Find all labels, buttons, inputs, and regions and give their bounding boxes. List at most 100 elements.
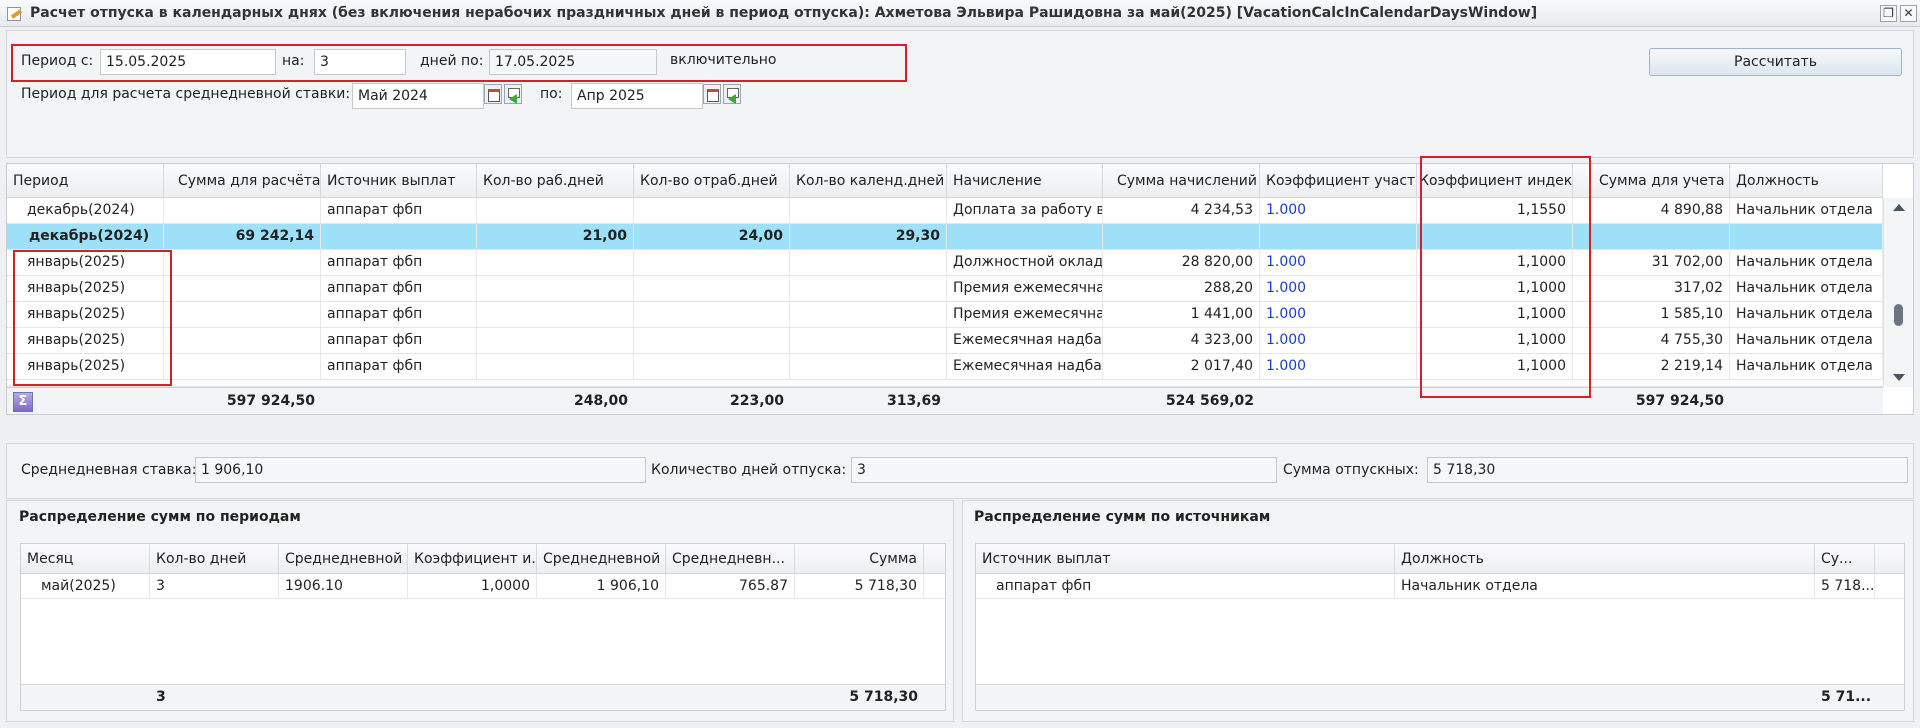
table-row[interactable]: январь(2025) аппарат фбп Премия ежемесячна…: [7, 302, 1883, 328]
restore-window-icon[interactable]: ❐: [1880, 5, 1897, 22]
scroll-down-icon[interactable]: [1893, 374, 1905, 381]
cell-work-days: [477, 276, 634, 301]
cell-sum-account: 4 890,88: [1573, 198, 1730, 223]
cell-source: аппарат фбп: [321, 328, 477, 353]
window-title: Расчет отпуска в календарных днях (без в…: [30, 5, 1538, 21]
cell-sum-account: 2 219,14: [1573, 354, 1730, 379]
avg-rate-label: Среднедневная ставка:: [21, 462, 197, 478]
total-accrual-sum: 524 569,02: [1165, 393, 1254, 409]
col-sum[interactable]: Сумма: [795, 544, 924, 574]
calculate-button[interactable]: Рассчитать: [1649, 48, 1902, 76]
table-row[interactable]: январь(2025) аппарат фбп Должностной оклад…: [7, 250, 1883, 276]
col-work-days[interactable]: Кол-во раб.дней: [477, 164, 634, 198]
vacation-sum-label: Сумма отпускных:: [1283, 462, 1419, 478]
highlight-period-box: [11, 44, 907, 82]
vacation-days-label: Количество дней отпуска:: [651, 462, 847, 478]
table-row[interactable]: январь(2025) аппарат фбп Ежемесячная надба…: [7, 354, 1883, 380]
table-row[interactable]: май(2025) 3 1906.10 1,0000 1 906,10 765.…: [21, 574, 945, 599]
col-days[interactable]: Кол-во дней: [150, 544, 279, 574]
summary-panel: Среднедневная ставка: Количество дней от…: [6, 443, 1914, 499]
cell-period: декабрь(2024): [7, 224, 164, 249]
total-work-days: 248,00: [573, 393, 628, 409]
cell-accrual: Должностной оклад: [947, 250, 1103, 275]
window-titlebar: Расчет отпуска в календарных днях (без в…: [0, 0, 1920, 27]
avg-period-from-field[interactable]: [352, 83, 484, 109]
grid-totals-row: Σ 597 924,50 248,00 223,00 313,69 524 56…: [7, 387, 1883, 414]
cell-sum-account: 317,02: [1573, 276, 1730, 301]
cell-cal-days: [790, 354, 947, 379]
cell-accrual-sum: 4 323,00: [1103, 328, 1260, 353]
cell-work-days: [477, 198, 634, 223]
col-avg-daily-2[interactable]: Среднедневной ...: [537, 544, 666, 574]
cell-position: Начальник отдела: [1730, 328, 1883, 353]
avg-period-to-label: по:: [540, 86, 563, 102]
col-worked-days[interactable]: Кол-во отраб.дней: [634, 164, 790, 198]
avg-period-to-field[interactable]: [571, 83, 703, 109]
calendar-icon[interactable]: [703, 84, 721, 104]
cell-sum-calc: [164, 328, 321, 353]
close-icon[interactable]: ✕: [1900, 5, 1917, 22]
cell-cal-days: 29,30: [790, 224, 947, 249]
cell-days: 3: [150, 574, 279, 599]
accruals-grid: Период Сумма для расчёта Источник выплат…: [6, 163, 1914, 415]
table-row[interactable]: аппарат фбп Начальник отдела 5 718...: [976, 574, 1904, 599]
col-sum-calc[interactable]: Сумма для расчёта: [164, 164, 321, 198]
cell-accrual: Ежемесячная надба...: [947, 354, 1103, 379]
vacation-sum-field[interactable]: [1427, 457, 1908, 483]
by-period-grid: Месяц Кол-во дней Среднедневной ... Коэф…: [20, 543, 946, 711]
table-row[interactable]: январь(2025) аппарат фбп Премия ежемесячна…: [7, 276, 1883, 302]
cell-sum-calc: [164, 250, 321, 275]
scroll-up-icon[interactable]: [1893, 204, 1905, 211]
col-month[interactable]: Месяц: [21, 544, 150, 574]
cell-position: Начальник отдела: [1730, 276, 1883, 301]
cell-worked-days: [634, 354, 790, 379]
vacation-days-field[interactable]: [851, 457, 1277, 483]
cell-accrual-sum: 4 234,53: [1103, 198, 1260, 223]
col-sum-account[interactable]: Сумма для учета: [1573, 164, 1730, 198]
cell-work-days: [477, 302, 634, 327]
cell-sum-calc: [164, 198, 321, 223]
col-position[interactable]: Должность: [1395, 544, 1815, 574]
by-source-panel: Распределение сумм по источникам Источни…: [962, 500, 1914, 722]
cell-source: [321, 224, 477, 249]
cell-avg-daily-1: 1906.10: [279, 574, 408, 599]
col-avg-daily-1[interactable]: Среднедневной ...: [279, 544, 408, 574]
cell-participation-coef: 1.000: [1260, 276, 1417, 301]
col-sum[interactable]: Су...: [1815, 544, 1875, 574]
table-row[interactable]: декабрь(2024) 69 242,14 21,00 24,00 29,30: [7, 224, 1883, 250]
scroll-thumb[interactable]: [1894, 304, 1903, 326]
col-participation-coef[interactable]: Коэффициент участия: [1260, 164, 1417, 198]
cell-position: Начальник отдела: [1395, 574, 1815, 599]
col-source[interactable]: Источник выплат: [321, 164, 477, 198]
col-cal-days[interactable]: Кол-во календ.дней: [790, 164, 947, 198]
cell-sum-account: 4 755,30: [1573, 328, 1730, 353]
table-row[interactable]: декабрь(2024) аппарат фбп Доплата за работ…: [7, 198, 1883, 224]
cell-accrual-sum: 1 441,00: [1103, 302, 1260, 327]
avg-rate-field[interactable]: [195, 457, 646, 483]
col-accrual-sum[interactable]: Сумма начислений: [1103, 164, 1260, 198]
col-accrual[interactable]: Начисление: [947, 164, 1103, 198]
table-row-partial: [7, 380, 1883, 387]
grid-scrollbar[interactable]: [1883, 198, 1913, 387]
table-row[interactable]: январь(2025) аппарат фбп Ежемесячная надба…: [7, 328, 1883, 354]
cell-participation-coef: [1260, 224, 1417, 249]
col-source[interactable]: Источник выплат: [976, 544, 1395, 574]
total-sum: 5 718,30: [849, 689, 918, 705]
col-period[interactable]: Период: [7, 164, 164, 198]
sum-icon[interactable]: Σ: [13, 392, 33, 412]
clear-date-icon[interactable]: [723, 84, 741, 104]
cell-sum: 5 718...: [1815, 574, 1875, 599]
highlight-index-coef-box: [1420, 156, 1591, 398]
total-cal-days: 313,69: [886, 393, 941, 409]
cell-worked-days: 24,00: [634, 224, 790, 249]
calendar-icon[interactable]: [484, 84, 502, 104]
cell-sum-calc: [164, 354, 321, 379]
col-coef[interactable]: Коэффициент и...: [408, 544, 537, 574]
cell-cal-days: [790, 302, 947, 327]
by-source-totals: 5 71...: [976, 684, 1904, 710]
col-avg-daily-3[interactable]: Среднедневн...: [666, 544, 795, 574]
clear-date-icon[interactable]: [504, 84, 522, 104]
cell-source: аппарат фбп: [321, 250, 477, 275]
col-position[interactable]: Должность: [1730, 164, 1883, 198]
cell-participation-coef: 1.000: [1260, 198, 1417, 223]
